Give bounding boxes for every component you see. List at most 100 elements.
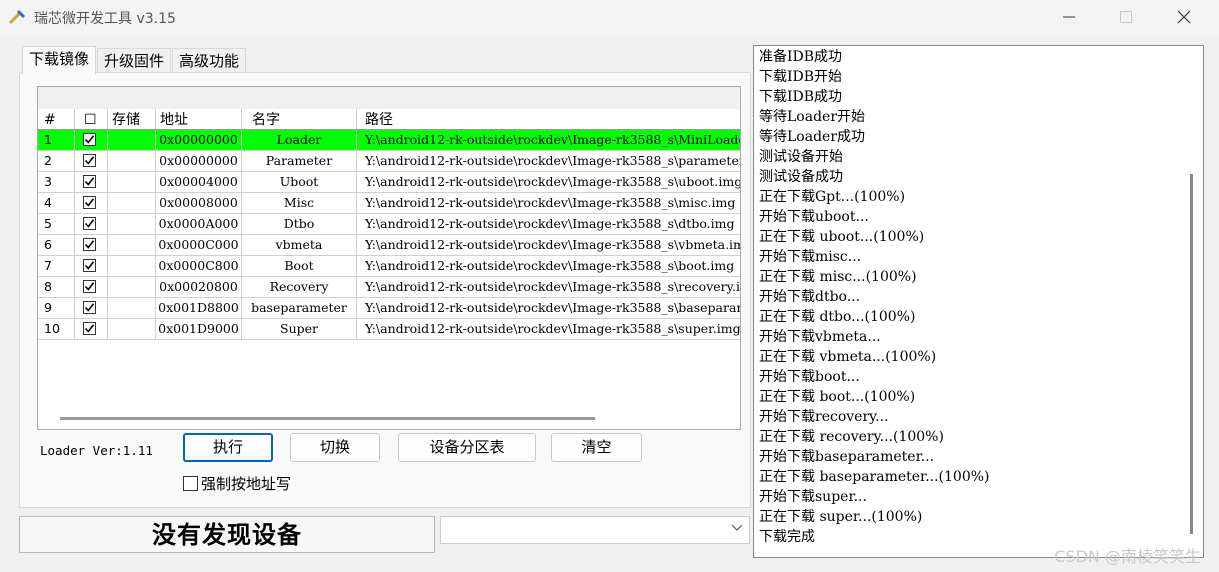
row-path: Y:\android12-rk-outside\rockdev\Image-rk… xyxy=(365,132,740,147)
checkbox-icon[interactable] xyxy=(83,175,96,188)
row-checkbox[interactable] xyxy=(75,277,108,297)
table-row[interactable]: 3 0x00004000 Uboot Y:\android12-rk-outside\… xyxy=(38,172,740,193)
log-line: 正在下载 super...(100%) xyxy=(759,509,923,525)
device-status: 没有发现设备 xyxy=(19,516,435,553)
table-row[interactable]: 7 0x0000C800 Boot Y:\android12-rk-outside\r… xyxy=(38,256,740,277)
checkbox-icon[interactable] xyxy=(83,301,96,314)
tab-advanced[interactable]: 高级功能 xyxy=(172,48,247,73)
tab-upgrade-firmware[interactable]: 升级固件 xyxy=(97,48,172,73)
row-path: Y:\android12-rk-outside\rockdev\Image-rk… xyxy=(365,300,740,315)
row-storage xyxy=(108,277,156,297)
horizontal-scrollbar[interactable] xyxy=(60,417,595,420)
log-line: 开始下载baseparameter... xyxy=(759,449,935,465)
log-line: 下载IDB成功 xyxy=(759,89,843,105)
table-row[interactable]: 9 0x001D8800 baseparameter Y:\android12-rk-… xyxy=(38,298,740,319)
table-row[interactable]: 8 0x00020800 Recovery Y:\android12-rk-outsi… xyxy=(38,277,740,298)
row-checkbox[interactable] xyxy=(75,193,108,213)
header-storage[interactable]: 存储 xyxy=(108,109,156,129)
checkbox-icon[interactable] xyxy=(83,196,96,209)
row-name: Super xyxy=(242,319,357,339)
header-num[interactable]: # xyxy=(38,109,75,129)
row-address: 0x0000C000 xyxy=(156,235,242,255)
device-select[interactable] xyxy=(440,516,750,544)
log-line: 等待Loader成功 xyxy=(759,129,866,145)
row-checkbox[interactable] xyxy=(75,172,108,192)
table-row[interactable]: 1 0x00000000 Loader Y:\android12-rk-outside… xyxy=(38,130,740,151)
app-icon xyxy=(8,9,26,25)
log-line: 正在下载 boot...(100%) xyxy=(759,389,916,405)
maximize-button[interactable] xyxy=(1103,4,1149,30)
row-path: Y:\android12-rk-outside\rockdev\Image-rk… xyxy=(365,258,735,273)
partition-table-button[interactable]: 设备分区表 xyxy=(398,433,536,462)
force-address-write-checkbox[interactable]: 强制按地址写 xyxy=(183,473,291,494)
run-button[interactable]: 执行 xyxy=(183,433,273,462)
row-path: Y:\android12-rk-outside\rockdev\Image-rk… xyxy=(365,174,740,189)
vertical-scrollbar[interactable] xyxy=(1190,174,1193,534)
switch-button[interactable]: 切换 xyxy=(290,433,380,462)
log-output[interactable]: 准备IDB成功 下载IDB开始 下载IDB成功 等待Loader开始 等待Loader成… xyxy=(753,45,1204,558)
row-path: Y:\android12-rk-outside\rockdev\Image-rk… xyxy=(365,237,740,252)
log-line: 开始下载vbmeta... xyxy=(759,329,881,345)
row-number: 2 xyxy=(38,151,75,171)
row-storage xyxy=(108,235,156,255)
clear-button[interactable]: 清空 xyxy=(551,433,642,462)
row-name: vbmeta xyxy=(242,235,357,255)
log-line: 开始下载misc... xyxy=(759,249,862,265)
row-checkbox[interactable] xyxy=(75,256,108,276)
log-line: 开始下载super... xyxy=(759,489,867,505)
log-line: 准备IDB成功 xyxy=(759,49,843,65)
row-checkbox[interactable] xyxy=(75,235,108,255)
row-address: 0x001D9000 xyxy=(156,319,242,339)
row-checkbox[interactable] xyxy=(75,298,108,318)
table-header: # ☐ 存储 地址 名字 路径 xyxy=(38,109,740,130)
row-checkbox[interactable] xyxy=(75,214,108,234)
log-line: 正在下载 misc...(100%) xyxy=(759,269,917,285)
table-row[interactable]: 10 0x001D9000 Super Y:\android12-rk-outside… xyxy=(38,319,740,340)
row-address: 0x00000000 xyxy=(156,151,242,171)
log-line: 正在下载 dtbo...(100%) xyxy=(759,309,916,325)
row-address: 0x00000000 xyxy=(156,130,242,150)
row-address: 0x0000C800 xyxy=(156,256,242,276)
table-row[interactable]: 2 0x00000000 Parameter Y:\android12-rk-outs… xyxy=(38,151,740,172)
row-storage xyxy=(108,256,156,276)
checkbox-icon[interactable] xyxy=(83,154,96,167)
title-bar[interactable]: 瑞芯微开发工具 v3.15 xyxy=(0,0,1219,34)
row-checkbox[interactable] xyxy=(75,151,108,171)
checkbox-icon[interactable] xyxy=(83,259,96,272)
checkbox-icon[interactable] xyxy=(83,280,96,293)
row-name: Boot xyxy=(242,256,357,276)
row-name: Recovery xyxy=(242,277,357,297)
image-table: # ☐ 存储 地址 名字 路径 1 0x00000000 Loader Y:\andr… xyxy=(37,86,741,430)
table-row[interactable]: 5 0x0000A000 Dtbo Y:\android12-rk-outside\r… xyxy=(38,214,740,235)
row-checkbox[interactable] xyxy=(75,130,108,150)
log-line: 开始下载boot... xyxy=(759,369,860,385)
checkbox-icon[interactable] xyxy=(83,322,96,335)
watermark: CSDN @南棱笑笑生 xyxy=(1054,547,1201,566)
checkbox-icon[interactable] xyxy=(83,217,96,230)
row-path: Y:\android12-rk-outside\rockdev\Image-rk… xyxy=(365,216,735,231)
row-name: Loader xyxy=(242,130,357,150)
row-path: Y:\android12-rk-outside\rockdev\Image-rk… xyxy=(365,195,736,210)
header-check[interactable]: ☐ xyxy=(75,109,108,129)
tab-download-image[interactable]: 下载镜像 xyxy=(22,46,97,75)
log-line: 正在下载 uboot...(100%) xyxy=(759,229,925,245)
checkbox-icon[interactable] xyxy=(83,133,96,146)
log-line: 正在下载 vbmeta...(100%) xyxy=(759,349,937,365)
row-path: Y:\android12-rk-outside\rockdev\Image-rk… xyxy=(365,279,740,294)
log-line: 开始下载dtbo... xyxy=(759,289,861,305)
close-button[interactable] xyxy=(1161,4,1207,30)
row-number: 8 xyxy=(38,277,75,297)
checkbox-box[interactable] xyxy=(183,476,198,491)
window-title: 瑞芯微开发工具 v3.15 xyxy=(34,11,176,27)
log-line: 正在下载Gpt...(100%) xyxy=(759,189,906,205)
header-address[interactable]: 地址 xyxy=(156,109,242,129)
table-row[interactable]: 6 0x0000C000 vbmeta Y:\android12-rk-outside… xyxy=(38,235,740,256)
log-line: 开始下载recovery... xyxy=(759,409,889,425)
minimize-button[interactable] xyxy=(1046,4,1092,30)
table-row[interactable]: 4 0x00008000 Misc Y:\android12-rk-outside\r… xyxy=(38,193,740,214)
checkbox-icon[interactable] xyxy=(83,238,96,251)
header-name[interactable]: 名字 xyxy=(242,109,357,129)
header-path[interactable]: 路径 xyxy=(357,109,740,129)
row-checkbox[interactable] xyxy=(75,319,108,339)
row-name: Misc xyxy=(242,193,357,213)
